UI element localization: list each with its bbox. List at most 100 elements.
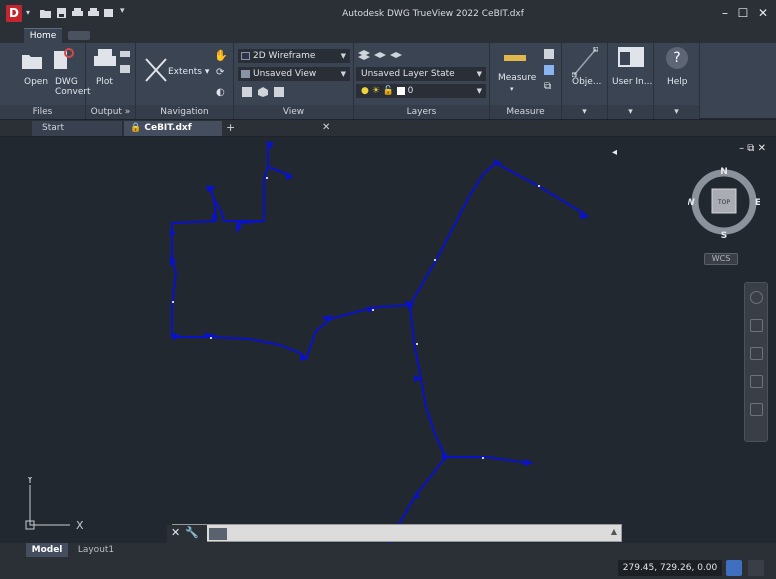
command-line-tools: ✕ 🔧 [167, 525, 207, 543]
panel-output: Plot Output » [86, 43, 136, 119]
dwg-convert-icon[interactable] [54, 47, 74, 71]
id-point-icon[interactable] [544, 49, 554, 59]
objects-icon[interactable] [572, 47, 598, 77]
document-tab-bar: Start 🔒 CeBIT.dxf ✕ + [0, 120, 776, 136]
help-icon[interactable]: ? [666, 47, 688, 69]
ucs-y-label: Y [26, 477, 34, 486]
open-folder-icon[interactable] [22, 51, 42, 71]
customization-icon[interactable] [748, 560, 764, 576]
layer-match-icon[interactable] [374, 49, 386, 61]
view-cube-icon[interactable] [258, 87, 268, 97]
help-button[interactable]: Help [667, 77, 688, 87]
model-snap-icon[interactable] [726, 560, 742, 576]
chevron-up-icon[interactable]: ▲ [611, 527, 617, 536]
panel-title-output-label: Output [90, 107, 122, 117]
viewcube[interactable]: TOP N S E W [688, 167, 760, 257]
full-navigation-wheel-icon[interactable] [750, 291, 763, 304]
objects-button[interactable]: Obje... [572, 77, 601, 87]
close-icon[interactable]: ✕ [171, 526, 180, 539]
ribbon-tab-bar: Home [0, 28, 776, 43]
panel-title-user-interface[interactable]: ▾ [608, 105, 653, 119]
command-input[interactable] [229, 527, 609, 540]
region-icon[interactable]: ⧉ [544, 81, 551, 92]
compass-south-label[interactable]: S [721, 231, 727, 241]
quick-measure-icon[interactable] [544, 65, 554, 75]
measure-ruler-icon[interactable] [504, 53, 526, 63]
minimize-button[interactable]: – [716, 4, 734, 22]
viewcube-face-label[interactable]: TOP [717, 199, 730, 206]
close-button[interactable]: ✕ [754, 4, 772, 22]
chevron-down-icon: ▼ [476, 87, 482, 95]
visual-style-value: 2D Wireframe [253, 51, 316, 61]
panel-title-measure: Measure [490, 105, 561, 119]
ribbon-toggle-icon[interactable] [68, 31, 90, 40]
dwg-convert-button[interactable]: DWG Convert [55, 77, 91, 97]
panel-title-files: Files [0, 105, 85, 119]
batch-plot-icon[interactable] [120, 49, 130, 59]
layout-tab-bar: Model Layout1 [0, 543, 776, 557]
showmotion-icon[interactable] [750, 403, 763, 416]
layer-previous-icon[interactable] [390, 49, 402, 61]
panel-view: 2D Wireframe ▼ Unsaved View ▼ View [234, 43, 354, 119]
panel-title-help[interactable]: ▾ [654, 105, 699, 119]
panel-title-output[interactable]: Output » [86, 105, 135, 119]
orbit-icon[interactable]: ⟳ [216, 67, 224, 78]
orbit-icon[interactable] [750, 375, 763, 388]
coordinates-readout[interactable]: 279.45, 729.26, 0.00 [618, 560, 722, 576]
zoom-extents-icon[interactable] [144, 57, 168, 83]
compass-east-label[interactable]: E [755, 198, 760, 208]
named-view-value: Unsaved View [253, 69, 317, 79]
plot-button[interactable]: Plot [96, 77, 113, 87]
command-prompt-icon[interactable] [209, 528, 227, 540]
title-bar: D ▾ ▾ Autodesk DWG TrueView 2022 CeBIT.d… [0, 0, 776, 28]
compass-north-label[interactable]: N [720, 167, 728, 177]
view-box-icon[interactable] [242, 87, 252, 97]
tab-cebit-label: CeBIT.dxf [144, 123, 192, 133]
tab-start[interactable]: Start [32, 121, 122, 136]
window-title: Autodesk DWG TrueView 2022 CeBIT.dxf [342, 9, 524, 19]
cursor-icon: ◂ [612, 147, 618, 158]
current-layer-dropdown[interactable]: ● ☀ 🔓 0 ▼ [356, 84, 486, 98]
tab-cebit-dxf[interactable]: 🔒 CeBIT.dxf ✕ [124, 121, 330, 136]
pan-icon[interactable] [750, 319, 763, 332]
measure-button[interactable]: Measure [498, 73, 536, 83]
drawing-canvas[interactable] [0, 137, 776, 543]
compass-west-label[interactable]: W [688, 198, 695, 208]
visual-style-dropdown[interactable]: 2D Wireframe ▼ [238, 49, 350, 63]
view-manager-icon[interactable] [274, 87, 284, 97]
layer-properties-icon[interactable] [358, 49, 370, 61]
layer-state-dropdown[interactable]: Unsaved Layer State ▼ [356, 67, 486, 81]
panel-measure: Measure ▾ ⧉ Measure [490, 43, 562, 119]
close-viewport-icon[interactable]: ✕ [758, 143, 766, 154]
maximize-button[interactable]: ☐ [734, 4, 752, 22]
minimize-viewport-icon[interactable]: – [739, 143, 744, 154]
user-interface-icon[interactable] [618, 47, 644, 71]
wrench-icon[interactable]: 🔧 [185, 526, 199, 539]
panel-title-objects[interactable]: ▾ [562, 105, 607, 119]
plot-icon[interactable] [94, 49, 116, 71]
visual-style-icon [241, 52, 250, 60]
extents-button[interactable]: Extents ▾ [168, 67, 209, 77]
tab-home[interactable]: Home [24, 28, 62, 43]
tab-close-icon[interactable]: ✕ [322, 121, 330, 135]
restore-viewport-icon[interactable]: ⧉ [747, 143, 754, 154]
preview-icon[interactable] [120, 65, 130, 75]
layer-color-swatch [396, 86, 405, 95]
viewport-controls: – ⧉ ✕ [739, 143, 766, 154]
ucs-icon: Y X [25, 477, 84, 532]
tab-layout1[interactable]: Layout1 [72, 543, 120, 557]
tab-model[interactable]: Model [26, 543, 68, 557]
drawing-viewport[interactable]: – ⧉ ✕ ◂ TOP N S E W WCS Y X ✕ 🔧 ▲ [0, 137, 776, 543]
open-button[interactable]: Open [24, 77, 48, 87]
new-tab-button[interactable]: + [226, 121, 235, 134]
named-view-dropdown[interactable]: Unsaved View ▼ [238, 67, 350, 81]
pan-icon[interactable]: ✋ [214, 49, 228, 62]
chevron-down-icon[interactable]: ▾ [510, 85, 514, 93]
wcs-menu[interactable]: WCS [704, 253, 738, 265]
current-layer-value: 0 [407, 86, 414, 96]
user-interface-button[interactable]: User In... [612, 77, 652, 87]
steering-wheel-icon[interactable]: ◐ [216, 87, 225, 98]
zoom-extents-icon[interactable] [750, 347, 763, 360]
panel-files: Open DWG Convert Files [0, 43, 91, 119]
extents-label: Extents [168, 67, 203, 77]
